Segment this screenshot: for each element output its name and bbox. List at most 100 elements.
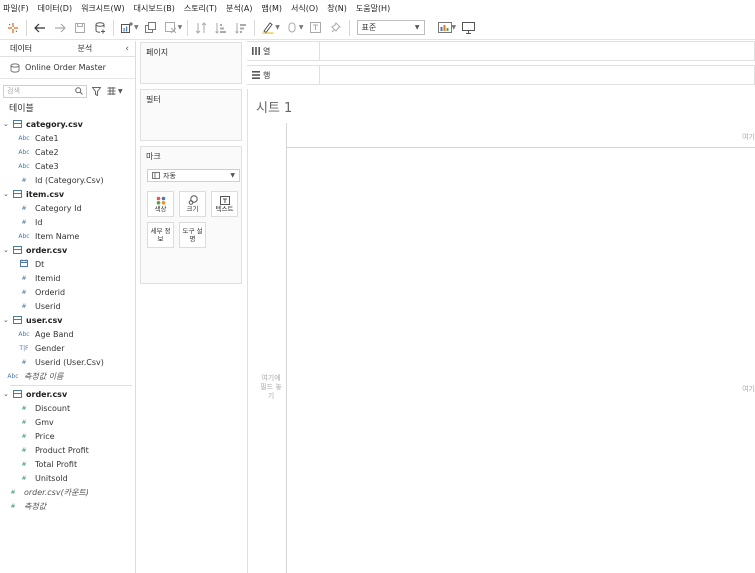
field-item[interactable]: Abc Cate3: [17, 159, 58, 173]
filter-icon[interactable]: [92, 86, 101, 96]
field-name: Product Profit: [35, 445, 89, 455]
toolbar-divider: [26, 19, 27, 36]
field-item[interactable]: Abc 측정값 이름: [6, 369, 63, 383]
chevron-down-icon[interactable]: ⌄: [3, 390, 11, 398]
tableau-logo-icon[interactable]: [3, 18, 23, 38]
field-item[interactable]: # Userid: [17, 299, 61, 313]
field-item[interactable]: Dt: [17, 257, 44, 271]
string-type-icon: Abc: [18, 134, 30, 142]
filters-card[interactable]: 필터: [140, 89, 242, 141]
save-icon[interactable]: [70, 18, 90, 38]
rows-drop-zone[interactable]: 여기에 필드 놓기: [258, 374, 284, 401]
menu-worksheet[interactable]: 워크시트(W): [81, 3, 125, 14]
menu-data[interactable]: 데이터(D): [38, 3, 72, 14]
field-item[interactable]: # Id (Category.Csv): [17, 173, 103, 187]
marks-type-label: 자동: [163, 171, 176, 180]
field-item[interactable]: Abc Cate2: [17, 145, 58, 159]
field-item[interactable]: # Orderid: [17, 285, 65, 299]
field-item[interactable]: # order.csv(카운트): [6, 485, 88, 499]
field-item[interactable]: # Gmv: [17, 415, 53, 429]
columns-shelf[interactable]: 열: [247, 41, 755, 61]
field-item[interactable]: # Price: [17, 429, 54, 443]
label-label: 텍스트: [215, 204, 234, 213]
undo-icon[interactable]: [30, 18, 50, 38]
marks-title: 마크: [146, 152, 161, 161]
field-item[interactable]: Abc Age Band: [17, 327, 73, 341]
chevron-down-icon[interactable]: ⌄: [3, 316, 11, 324]
table-row[interactable]: ⌄ order.csv: [0, 243, 67, 257]
chevron-down-icon[interactable]: ▼: [452, 24, 457, 31]
field-item[interactable]: # Id: [17, 215, 42, 229]
fit-select[interactable]: 표준 ▼: [356, 20, 425, 35]
field-item[interactable]: # Userid (User.Csv): [17, 355, 103, 369]
field-item[interactable]: Abc Cate1: [17, 131, 59, 145]
swap-rows-columns-icon[interactable]: [191, 18, 211, 38]
chevron-down-icon[interactable]: ⌄: [3, 190, 11, 198]
field-item[interactable]: # Total Profit: [17, 457, 77, 471]
label-button[interactable]: 텍스트: [211, 191, 238, 217]
menu-analysis[interactable]: 분석(A): [226, 3, 252, 14]
chevron-down-icon[interactable]: ▼: [118, 88, 123, 95]
sort-descending-icon[interactable]: [231, 18, 251, 38]
sheet-title[interactable]: 시트 1: [256, 97, 292, 116]
table-row[interactable]: ⌄ order.csv: [0, 387, 67, 401]
search-icon: [75, 87, 83, 95]
tooltip-label: 도구 설명: [182, 227, 203, 243]
field-name: 측정값 이름: [24, 371, 64, 381]
show-mark-labels-icon[interactable]: [306, 18, 326, 38]
field-name: Cate1: [35, 133, 59, 143]
rows-shelf-label: 행: [247, 66, 320, 84]
presentation-mode-icon[interactable]: [458, 18, 478, 38]
view-options-icon[interactable]: [107, 87, 116, 95]
duplicate-sheet-icon[interactable]: [141, 18, 161, 38]
columns-drop-zone[interactable]: 여기: [742, 132, 755, 142]
sort-ascending-icon[interactable]: [211, 18, 231, 38]
chevron-down-icon[interactable]: ▼: [275, 24, 280, 31]
table-row[interactable]: ⌄ user.csv: [0, 313, 62, 327]
menu-dashboard[interactable]: 대시보드(B): [134, 3, 175, 14]
field-item[interactable]: # Unitsold: [17, 471, 67, 485]
row-drop-divider: [286, 123, 287, 573]
menu-map[interactable]: 맵(M): [261, 3, 282, 14]
field-name: Userid: [35, 301, 61, 311]
sheet-canvas[interactable]: 시트 1 여기 여기에 필드 놓기 여기: [247, 89, 755, 573]
toolbar-divider: [113, 19, 114, 36]
pages-card[interactable]: 페이지: [140, 42, 242, 84]
pin-axes-icon[interactable]: [326, 18, 346, 38]
menu-file[interactable]: 파일(F): [3, 3, 29, 14]
menu-format[interactable]: 서식(O): [291, 3, 318, 14]
field-item[interactable]: Abc Item Name: [17, 229, 79, 243]
size-button[interactable]: 크기: [179, 191, 206, 217]
table-name: item.csv: [26, 189, 65, 199]
marks-type-select[interactable]: 자동 ▼: [147, 169, 240, 182]
chevron-down-icon[interactable]: ⌄: [3, 246, 11, 254]
menu-window[interactable]: 창(N): [327, 3, 347, 14]
field-item[interactable]: # Product Profit: [17, 443, 89, 457]
tab-data[interactable]: 데이터: [0, 43, 68, 54]
search-input[interactable]: 검색: [3, 84, 87, 98]
datasource-row[interactable]: Online Order Master: [0, 57, 135, 79]
field-item[interactable]: T|F Gender: [17, 341, 64, 355]
table-row[interactable]: ⌄ category.csv: [0, 117, 83, 131]
new-datasource-icon[interactable]: [90, 18, 110, 38]
chevron-down-icon[interactable]: ▼: [134, 24, 139, 31]
field-item[interactable]: # Itemid: [17, 271, 60, 285]
color-button[interactable]: 색상: [147, 191, 174, 217]
rows-shelf[interactable]: 행: [247, 65, 755, 85]
table-row[interactable]: ⌄ item.csv: [0, 187, 64, 201]
field-item[interactable]: # 측정값: [6, 499, 46, 513]
detail-button[interactable]: 세부 정보: [147, 222, 174, 248]
chevron-down-icon[interactable]: ▼: [299, 24, 304, 31]
chevron-down-icon[interactable]: ⌄: [3, 120, 11, 128]
tooltip-button[interactable]: 도구 설명: [179, 222, 206, 248]
data-pane-tabs: 데이터 분석 ‹: [0, 41, 135, 57]
view-drop-zone[interactable]: 여기: [742, 384, 755, 394]
chevron-down-icon[interactable]: ▼: [178, 24, 183, 31]
menu-help[interactable]: 도움말(H): [356, 3, 390, 14]
field-item[interactable]: # Discount: [17, 401, 70, 415]
collapse-pane-icon[interactable]: ‹: [125, 44, 129, 54]
field-name: Category Id: [35, 203, 82, 213]
field-item[interactable]: # Category Id: [17, 201, 82, 215]
menu-story[interactable]: 스토리(T): [184, 3, 217, 14]
redo-icon[interactable]: [50, 18, 70, 38]
